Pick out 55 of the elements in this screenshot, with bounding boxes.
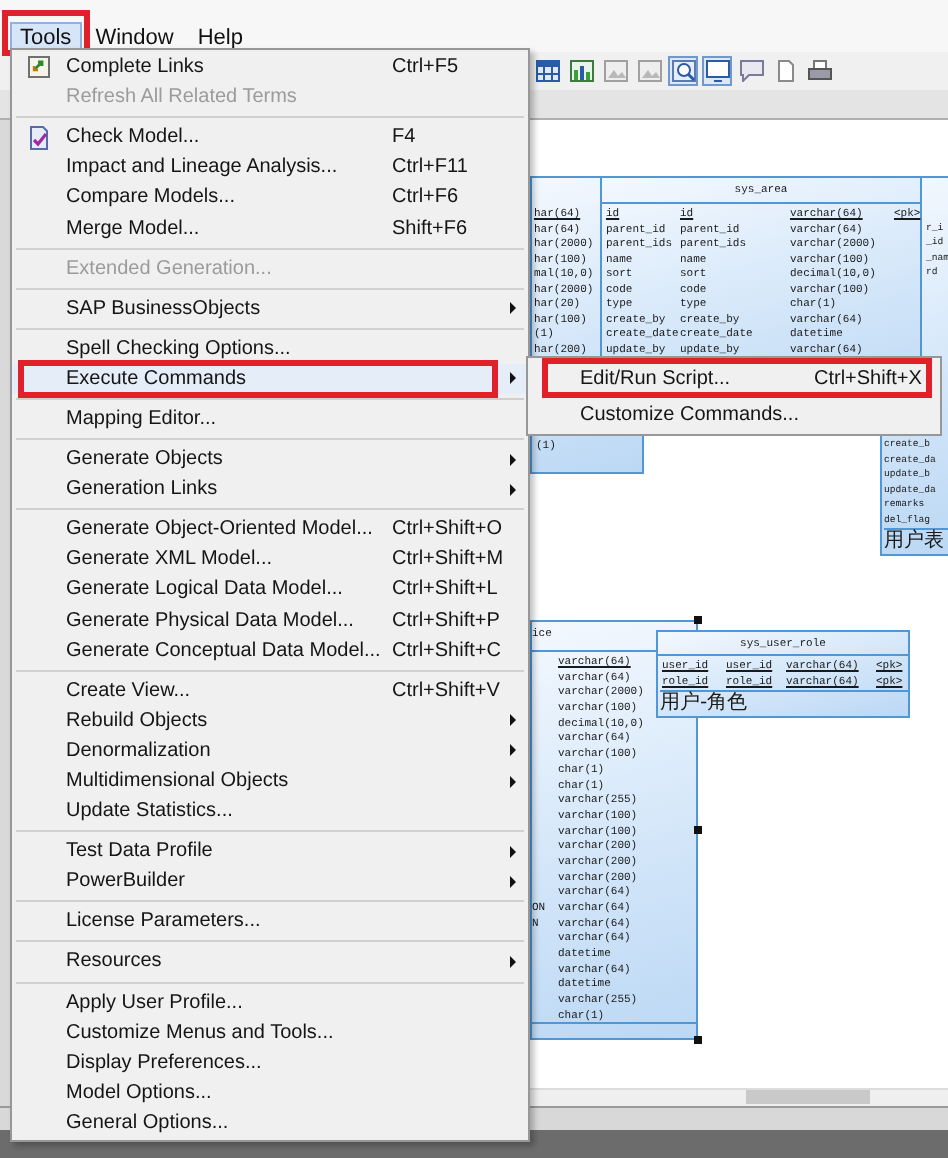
printer-icon — [807, 60, 831, 82]
selection-handle[interactable] — [694, 616, 702, 624]
toolbar-button[interactable] — [668, 56, 698, 86]
menu-item[interactable]: Compare Models... Ctrl+F6 — [12, 182, 528, 213]
menu-item[interactable]: Update Statistics... — [12, 796, 528, 827]
menu-item[interactable]: Merge Model... Shift+F6 — [12, 212, 528, 244]
menu-item[interactable]: Generate Physical Data Model... Ctrl+Shift+P — [12, 605, 528, 636]
chart-icon — [569, 60, 593, 82]
toolbar-button[interactable] — [804, 56, 834, 86]
menu-item[interactable]: Generate Logical Data Model... Ctrl+Shift+L — [12, 574, 528, 605]
menu-item[interactable]: Model Options... — [12, 1077, 528, 1108]
menu-item[interactable]: Create View... Ctrl+Shift+V — [12, 675, 528, 706]
menu-bar-item[interactable]: Help — [187, 21, 253, 55]
menu-item[interactable]: Rebuild Objects — [12, 705, 528, 736]
menu-item[interactable]: Generation Links — [12, 474, 528, 505]
check-model-icon — [28, 125, 50, 150]
image-icon — [603, 60, 627, 82]
menu-item[interactable]: Denormalization — [12, 735, 528, 766]
menu-item[interactable]: Resources — [12, 946, 528, 978]
page-icon — [773, 60, 797, 82]
menu-item[interactable]: PowerBuilder — [12, 866, 528, 897]
menu-item[interactable]: Apply User Profile... — [12, 987, 528, 1018]
image-icon — [637, 60, 661, 82]
menu-item[interactable]: Customize Commands... — [528, 396, 940, 432]
menu-item[interactable]: License Parameters... — [12, 906, 528, 937]
table-icon — [535, 60, 559, 82]
toolbar-button[interactable] — [736, 56, 766, 86]
scrollbar-thumb[interactable] — [746, 1090, 870, 1104]
menu-item[interactable]: Generate Object-Oriented Model... Ctrl+Shift+O — [12, 514, 528, 545]
menu-item[interactable]: Multidimensional Objects — [12, 765, 528, 797]
menu-item[interactable]: SAP BusinessObjects — [12, 293, 528, 324]
zoom-icon — [671, 60, 695, 82]
menu-item[interactable]: Impact and Lineage Analysis... Ctrl+F11 — [12, 152, 528, 183]
table-comment: 用户-角色 — [660, 690, 908, 716]
menu-item[interactable]: Customize Menus and Tools... — [12, 1017, 528, 1048]
selection-handle[interactable] — [694, 826, 702, 834]
monitor-icon — [705, 60, 729, 82]
menu-item[interactable]: Test Data Profile — [12, 836, 528, 867]
menu-item[interactable]: Generate Conceptual Data Model... Ctrl+Shift+C — [12, 635, 528, 666]
menu-item[interactable]: Display Preferences... — [12, 1047, 528, 1078]
menu-item[interactable]: Spell Checking Options... — [12, 333, 528, 364]
menu-item[interactable]: Check Model... F4 — [12, 122, 528, 153]
menu-item[interactable]: Generate XML Model... Ctrl+Shift+M — [12, 544, 528, 575]
toolbar-button[interactable] — [532, 56, 562, 86]
menu-item[interactable]: Generate Objects — [12, 444, 528, 475]
toolbar-button[interactable] — [702, 56, 732, 86]
horizontal-scrollbar[interactable] — [530, 1088, 948, 1106]
menu-item[interactable]: General Options... — [12, 1107, 528, 1138]
table-comment: 用户表 — [884, 528, 948, 554]
menu-bar-item[interactable]: Window — [85, 21, 184, 55]
selection-handle[interactable] — [694, 1036, 702, 1044]
menu-item[interactable]: Mapping Editor... — [12, 403, 528, 435]
comment-icon — [739, 60, 763, 82]
links-icon — [28, 56, 50, 79]
toolbar-button[interactable] — [566, 56, 596, 86]
